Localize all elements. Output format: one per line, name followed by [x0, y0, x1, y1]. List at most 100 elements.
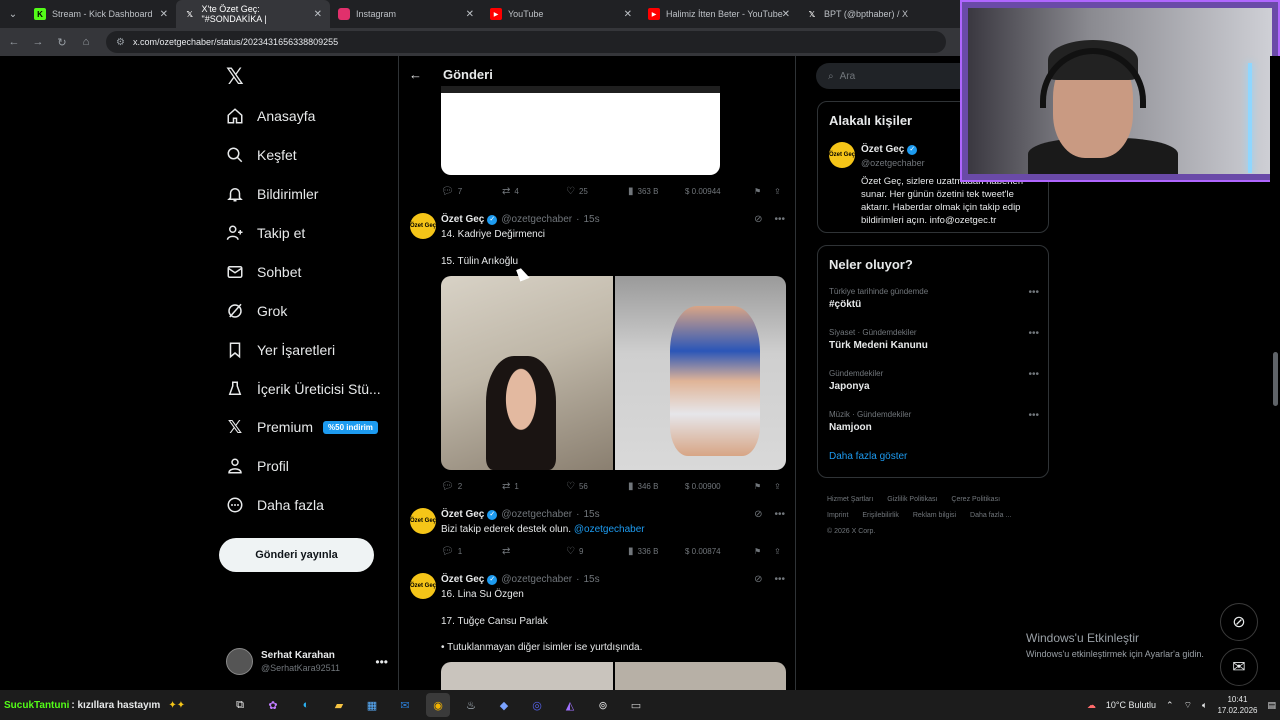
grok-icon[interactable]: ⊘ [754, 574, 762, 585]
network-icon[interactable]: ⌔ [1184, 700, 1192, 711]
app-icon[interactable]: ◆ [492, 693, 516, 717]
reply-button[interactable]: 💬︎ 7 [441, 186, 462, 197]
x-logo-icon[interactable]: 𝕏 [226, 64, 244, 90]
tip-button[interactable]: $ 0.00944 [685, 187, 721, 196]
tab-youtube[interactable]: ▶ YouTube ✕ [482, 0, 640, 28]
footer-link[interactable]: Çerez Politikası [951, 496, 1000, 503]
timestamp[interactable]: 15s [583, 509, 599, 520]
bookmark-icon[interactable]: ⚑ [754, 547, 761, 556]
trend-item[interactable]: Gündemdekiler Japonya ••• [829, 369, 1039, 392]
back-arrow-icon[interactable]: ← [409, 67, 422, 82]
tip-button[interactable]: $ 0.00874 [685, 547, 721, 556]
show-more-link[interactable]: Daha fazla göster [829, 451, 907, 462]
sidebar-item-profile[interactable]: Profil [226, 457, 289, 475]
footer-link[interactable]: Imprint [827, 512, 848, 519]
sidebar-item-more[interactable]: Daha fazla [226, 496, 324, 514]
tweet[interactable]: Özet Geç Özet Geç ✓ @ozetgechaber · 15s … [399, 206, 795, 501]
tab-instagram[interactable]: Instagram ✕ [330, 0, 482, 28]
trend-item[interactable]: Siyaset · Gündemdekiler Türk Medeni Kanu… [829, 328, 1039, 351]
app-icon[interactable]: ▭ [624, 693, 648, 717]
edge-icon[interactable]: ◐ [294, 693, 318, 717]
sidebar-item-explore[interactable]: Keşfet [226, 146, 297, 164]
close-icon[interactable]: ✕ [782, 9, 790, 20]
sidebar-item-follow[interactable]: Takip et [226, 224, 305, 242]
close-icon[interactable]: ✕ [314, 9, 322, 20]
clock[interactable]: 10:41 17.02.2026 [1217, 694, 1257, 716]
more-options-icon[interactable]: ••• [774, 214, 785, 225]
chevron-up-icon[interactable]: ⌃ [1166, 700, 1174, 711]
share-icon[interactable]: ⇪ [774, 187, 781, 196]
like-button[interactable]: ♡ 9 [566, 546, 583, 557]
timestamp[interactable]: 15s [583, 214, 599, 225]
file-explorer-icon[interactable]: ▰ [327, 693, 351, 717]
like-button[interactable]: ♡ 25 [566, 186, 588, 197]
url-field[interactable]: ⚙ x.com/ozetgechaber/status/202343165633… [106, 31, 946, 53]
obs-icon[interactable]: ⊚ [591, 693, 615, 717]
outlook-icon[interactable]: ✉ [393, 693, 417, 717]
repost-button[interactable]: ⇄ 4 [502, 186, 519, 197]
like-button[interactable]: ♡ 56 [566, 481, 588, 492]
footer-link[interactable]: Erişilebilirlik [862, 512, 899, 519]
tip-button[interactable]: $ 0.00900 [685, 482, 721, 491]
footer-link[interactable]: Reklam bilgisi [913, 512, 956, 519]
author-name[interactable]: Özet Geç [441, 574, 484, 585]
sidebar-item-notifications[interactable]: Bildirimler [226, 185, 318, 203]
share-icon[interactable]: ⇪ [774, 482, 781, 491]
tweet-photo[interactable] [441, 662, 613, 690]
sidebar-item-chat[interactable]: Sohbet [226, 263, 301, 281]
trend-item[interactable]: Türkiye tarihinde gündemde #çöktü ••• [829, 287, 1039, 310]
store-icon[interactable]: ▦ [360, 693, 384, 717]
close-icon[interactable]: ✕ [160, 9, 168, 20]
post-button[interactable]: Gönderi yayınla [219, 538, 374, 572]
scrollbar-thumb[interactable] [1273, 352, 1278, 406]
reply-button[interactable]: 💬︎ 1 [441, 546, 462, 557]
more-options-icon[interactable]: ••• [1028, 369, 1039, 380]
chrome-icon[interactable]: ◉ [426, 693, 450, 717]
tab-bpt-haber[interactable]: 𝕏 BPT (@bpthaber) / X [798, 0, 938, 28]
more-options-icon[interactable]: ••• [1028, 410, 1039, 421]
sidebar-item-creator-studio[interactable]: İçerik Üreticisi Stü... [226, 380, 381, 398]
site-info-icon[interactable]: ⚙ [116, 37, 125, 48]
grok-icon[interactable]: ⊘ [754, 509, 762, 520]
close-icon[interactable]: ✕ [624, 9, 632, 20]
bookmark-icon[interactable]: ⚑ [754, 482, 761, 491]
account-switcher[interactable]: Serhat Karahan @SerhatKara92511 ••• [226, 648, 388, 675]
reply-button[interactable]: 💬︎ 2 [441, 481, 462, 492]
scrollbar[interactable] [1270, 56, 1280, 690]
tweet-photo[interactable] [441, 276, 613, 470]
share-icon[interactable]: ⇪ [774, 547, 781, 556]
tweet-photo[interactable] [614, 662, 786, 690]
tab-ozet-gec-post[interactable]: 𝕏 X'te Özet Geç: "#SONDAKİKA | ✕ [176, 0, 330, 28]
messages-floating-button[interactable]: ✉ [1220, 648, 1258, 686]
mention-link[interactable]: @ozetgechaber [574, 524, 645, 535]
home-icon[interactable]: ⌂ [74, 36, 98, 48]
tweet-media-grid[interactable] [441, 662, 786, 690]
tab-kick-dashboard[interactable]: K Stream - Kick Dashboard ✕ [26, 0, 176, 28]
author-name[interactable]: Özet Geç [441, 214, 484, 225]
tweet-photo[interactable] [614, 276, 786, 470]
more-options-icon[interactable]: ••• [375, 655, 388, 669]
sidebar-item-premium[interactable]: 𝕏 Premium %50 indirim [226, 417, 378, 437]
more-options-icon[interactable]: ••• [1028, 328, 1039, 339]
views-button[interactable]: ▮ 363 B [628, 186, 658, 197]
avatar[interactable]: Özet Geç [829, 142, 855, 168]
discord-icon[interactable]: ◎ [525, 693, 549, 717]
more-options-icon[interactable]: ••• [774, 574, 785, 585]
weather-icon[interactable]: ☁ [1087, 700, 1096, 711]
bookmark-icon[interactable]: ⚑ [754, 187, 761, 196]
weather-text[interactable]: 10°C Bulutlu [1106, 700, 1156, 710]
reload-icon[interactable]: ↻ [50, 36, 74, 49]
related-name[interactable]: Özet Geç ✓ [861, 144, 921, 155]
more-options-icon[interactable]: ••• [774, 509, 785, 520]
back-arrow-icon[interactable]: ← [2, 36, 26, 48]
forward-arrow-icon[interactable]: → [26, 36, 50, 48]
footer-link[interactable]: Hizmet Şartları [827, 496, 873, 503]
avatar[interactable]: Özet Geç [410, 508, 436, 534]
views-button[interactable]: ▮ 336 B [628, 546, 658, 557]
close-icon[interactable]: ✕ [466, 9, 474, 20]
grok-icon[interactable]: ⊘ [754, 214, 762, 225]
footer-link[interactable]: Gizlilik Politikası [887, 496, 937, 503]
task-view-icon[interactable]: ⧉ [228, 693, 252, 717]
timestamp[interactable]: 15s [583, 574, 599, 585]
footer-link[interactable]: Daha fazla ... [970, 512, 1011, 519]
